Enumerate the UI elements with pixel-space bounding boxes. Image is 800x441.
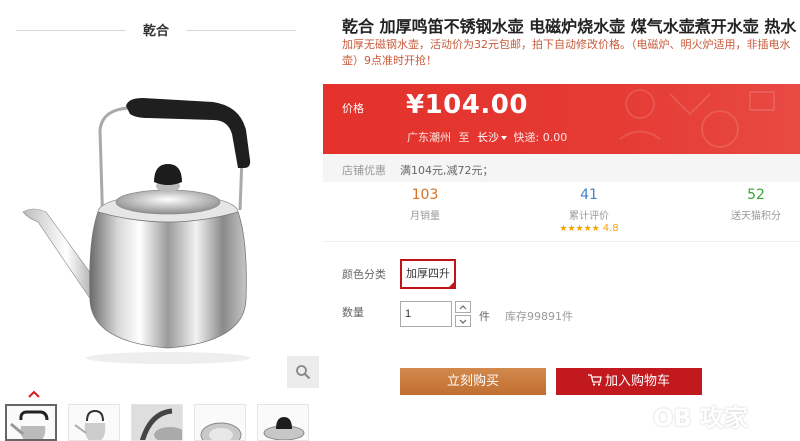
chevron-up-icon [459, 304, 467, 309]
stat-reviews[interactable]: 41 累计评价 ★★★★★ 4.8 [529, 187, 649, 234]
rating-score: 4.8 [602, 223, 619, 234]
watermark-logo-icon [598, 395, 644, 441]
stats-row: 103 月销量 41 累计评价 ★★★★★ 4.8 52 送天猫积分 [323, 182, 800, 242]
image-gallery: 乾合 [0, 0, 323, 441]
promo-row: 店铺优惠 满104元,减72元； [323, 154, 800, 182]
promo-label: 店铺优惠 [342, 164, 386, 177]
zoom-button[interactable] [287, 356, 319, 388]
thumbnail-strip [5, 404, 320, 441]
brand-header: 乾合 [16, 20, 296, 40]
magnifier-icon [296, 365, 311, 380]
color-option-label: 加厚四升 [406, 267, 450, 280]
color-option-selected[interactable]: 加厚四升 [400, 259, 456, 289]
reviews-label: 累计评价 [569, 211, 609, 222]
thumbnail-2[interactable] [68, 404, 120, 441]
selected-check-icon [447, 280, 456, 289]
quantity-decrease-button[interactable] [455, 315, 471, 327]
ship-from: 广东潮州 [407, 131, 451, 144]
star-icons: ★★★★★ [559, 224, 600, 234]
monthly-sales-label: 月销量 [410, 211, 440, 222]
stat-monthly-sales: 103 月销量 [365, 187, 485, 222]
kettle-lid-thumbnail-icon [263, 417, 305, 440]
caret-down-icon [501, 135, 507, 140]
points-count: 52 [747, 187, 765, 203]
add-to-cart-label: 加入购物车 [604, 374, 670, 389]
ship-to-prefix: 至 [458, 131, 470, 144]
ship-to: 长沙 [477, 131, 499, 144]
shipping-info: 广东潮州 至 长沙 快递: 0.00 [407, 129, 567, 145]
thumbnail-1[interactable] [5, 404, 57, 441]
quantity-increase-button[interactable] [455, 301, 471, 313]
stat-points: 52 送天猫积分 [696, 187, 800, 222]
rating-stars: ★★★★★ 4.8 [529, 223, 649, 234]
reviews-count: 41 [580, 187, 598, 203]
cart-icon [587, 374, 602, 386]
divider [186, 30, 296, 31]
thumbnail-3[interactable] [131, 404, 183, 441]
stock-count: 库存99891件 [505, 310, 573, 323]
kettle-detail-thumbnail-icon [132, 405, 182, 440]
ship-fee: 快递: 0.00 [513, 131, 568, 144]
price-panel: 价格 ¥104.00 广东潮州 至 长沙 快递: 0.00 [323, 84, 800, 154]
product-info: 乾合 加厚鸣笛不锈钢水壶 电磁炉烧水壶 煤气水壶煮开水壶 热水 加厚无磁钢水壶，… [323, 0, 800, 441]
chevron-down-icon [459, 319, 467, 324]
quantity-unit: 件 [479, 310, 490, 323]
add-to-cart-button[interactable]: 加入购物车 [556, 368, 702, 395]
thumbnail-4[interactable] [194, 404, 246, 441]
promo-text: 满104元,减72元； [400, 164, 494, 177]
ship-to-selector[interactable]: 长沙 [477, 131, 510, 144]
product-subtitle: 加厚无磁钢水壶，活动价为32元包邮，拍下自动修改价格。（电磁炉、明火炉适用，非插… [342, 38, 791, 67]
price-value: ¥104.00 [406, 90, 528, 120]
points-label: 送天猫积分 [731, 211, 781, 222]
kettle-thumbnail-icon [74, 409, 106, 440]
site-watermark: OB 攻家 [595, 392, 800, 441]
thumbnail-5[interactable] [257, 404, 309, 441]
quantity-label: 数量 [342, 306, 364, 319]
watermark-text: OB 攻家 [653, 404, 749, 432]
product-title: 乾合 加厚鸣笛不锈钢水壶 电磁炉烧水壶 煤气水壶煮开水壶 热水 [342, 17, 797, 36]
price-label: 价格 [342, 102, 364, 115]
monthly-sales-count: 103 [411, 187, 439, 203]
scroll-up-arrow-icon[interactable] [28, 390, 40, 398]
quantity-input[interactable] [400, 301, 452, 327]
decorative-pattern-icon [619, 89, 775, 148]
main-product-image[interactable] [18, 90, 280, 390]
kettle-bottom-thumbnail-icon [200, 422, 242, 440]
kettle-thumbnail-icon [10, 410, 49, 439]
color-label: 颜色分类 [342, 268, 386, 281]
buy-now-button[interactable]: 立刻购买 [400, 368, 546, 395]
